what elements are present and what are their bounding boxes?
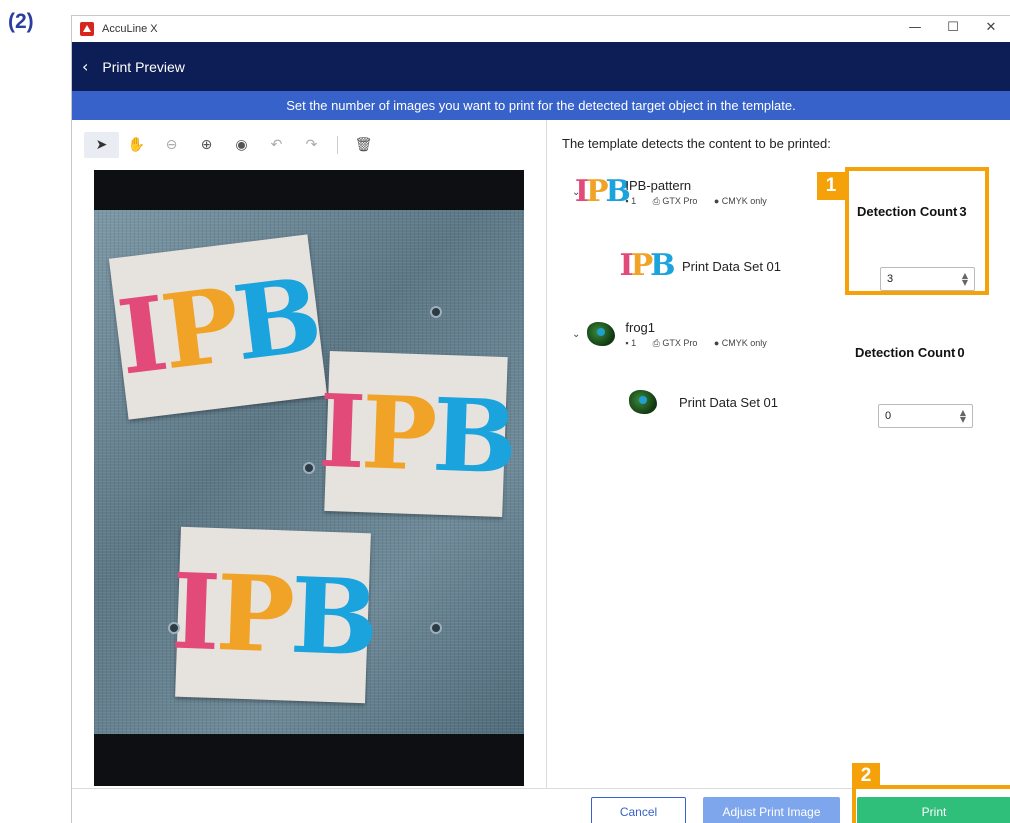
minimize-icon[interactable]: — (896, 16, 934, 42)
ipb-thumbnail: IPB (619, 248, 676, 283)
print-data-set-row: Print Data Set 01 (625, 384, 778, 420)
print-data-set-row: IPB Print Data Set 01 (619, 248, 781, 284)
close-icon[interactable]: ✕ (972, 16, 1010, 42)
stepper-arrows-icon[interactable]: ▲ ▼ (960, 409, 966, 424)
ipb-thumbnail: IPB (574, 174, 631, 209)
preview-toolbar: ➤ ✋ ⊖ ⊕ ◉ ↶ ↷ 🗑 (72, 120, 546, 170)
printer-label: ⎙ GTX Pro (652, 195, 698, 206)
adjust-print-image-button[interactable]: Adjust Print Image (703, 797, 840, 823)
instruction-banner: Set the number of images you want to pri… (72, 91, 1010, 120)
rivet (168, 622, 180, 634)
zoom-in-icon[interactable]: ⊕ (189, 132, 224, 158)
zoom-out-icon[interactable]: ⊖ (154, 132, 189, 158)
preview-panel: ➤ ✋ ⊖ ⊕ ◉ ↶ ↷ 🗑 IPB IPB IPB (72, 120, 547, 788)
rivet (430, 306, 442, 318)
callout-box-1 (845, 167, 989, 295)
print-preview-canvas[interactable]: IPB IPB IPB (94, 170, 524, 786)
group-frog1[interactable]: ⌄ frog1 ▪ 1 ⎙ GTX Pro ● CMYK only (572, 316, 781, 352)
printer-label: ⎙ GTX Pro (652, 337, 698, 348)
print-data-set-name: Print Data Set 01 (682, 258, 781, 274)
eye-icon[interactable]: ◉ (224, 132, 259, 158)
window-title: AccuLine X (102, 23, 158, 35)
ipb-patch[interactable]: IPB (170, 526, 376, 704)
color-mode-label: ● CMYK only (713, 337, 767, 348)
group-ipb-pattern[interactable]: ⌄ IPB IPB-pattern ▪ 1 ⎙ GTX Pro ● CMYK o… (572, 174, 781, 210)
color-mode-label: ● CMYK only (713, 195, 767, 206)
pan-hand-icon[interactable]: ✋ (119, 132, 154, 158)
image-count: ▪ 1 (625, 337, 637, 348)
cancel-button[interactable]: Cancel (591, 797, 686, 823)
frog-thumbnail (583, 316, 619, 352)
select-icon[interactable]: ➤ (84, 132, 119, 158)
callout-box-2 (852, 785, 1010, 823)
callout-badge-2: 2 (852, 763, 880, 789)
image-count: ▪ 1 (625, 195, 637, 206)
redo-icon[interactable]: ↷ (294, 132, 329, 158)
callout-badge-1: 1 (817, 172, 845, 200)
app-window: AccuLine X — ☐ ✕ ‹ Print Preview Set the… (71, 15, 1010, 823)
ipb-patch[interactable]: IPB (317, 350, 515, 518)
rivet (430, 622, 442, 634)
group-name: frog1 (625, 319, 656, 335)
step-label: (2) (8, 10, 34, 33)
chevron-down-icon[interactable]: ⌄ (572, 329, 580, 340)
detection-count: Detection Count 0 (855, 345, 965, 360)
ipb-patch[interactable]: IPB (108, 234, 328, 420)
undo-icon[interactable]: ↶ (259, 132, 294, 158)
detection-heading: The template detects the content to be p… (562, 136, 831, 151)
maximize-icon[interactable]: ☐ (934, 16, 972, 42)
app-logo-icon (80, 22, 94, 36)
back-arrow-icon[interactable]: ‹ (82, 57, 88, 76)
nav-bar: ‹ Print Preview (72, 42, 1010, 91)
frog-thumbnail (625, 384, 661, 420)
trash-icon[interactable]: 🗑 (346, 132, 381, 158)
toolbar-divider (337, 136, 338, 154)
fabric-background: IPB IPB IPB (94, 210, 524, 734)
print-data-set-name: Print Data Set 01 (679, 394, 778, 410)
title-bar: AccuLine X — ☐ ✕ (72, 16, 1010, 42)
quantity-stepper[interactable]: 0 ▲ ▼ (878, 404, 973, 428)
rivet (303, 462, 315, 474)
group-name: IPB-pattern (625, 177, 692, 193)
group-meta: ▪ 1 ⎙ GTX Pro ● CMYK only (625, 196, 780, 207)
page-title: Print Preview (102, 58, 185, 75)
group-meta: ▪ 1 ⎙ GTX Pro ● CMYK only (625, 338, 780, 349)
